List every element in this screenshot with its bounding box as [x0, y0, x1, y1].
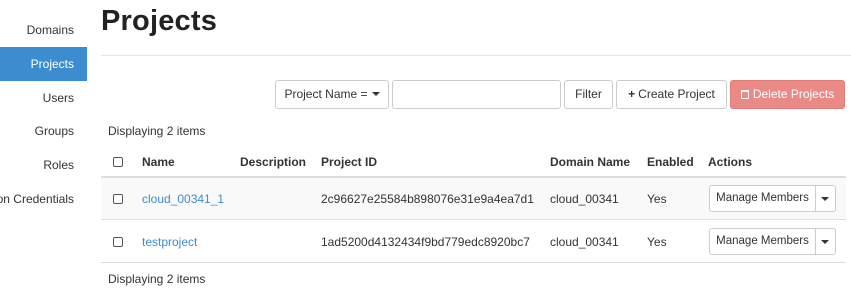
sidebar-item-projects[interactable]: Projects: [0, 47, 87, 81]
sidebar-item-domains[interactable]: Domains: [27, 13, 74, 47]
trash-icon: [740, 90, 749, 99]
caret-down-icon: [821, 197, 829, 201]
column-header-project-id[interactable]: Project ID: [321, 155, 377, 169]
search-input[interactable]: [392, 80, 561, 109]
manage-members-button[interactable]: Manage Members: [709, 228, 816, 255]
domain-name: cloud_00341: [550, 235, 619, 249]
select-all-checkbox[interactable]: [113, 157, 123, 167]
column-header-actions: Actions: [708, 155, 753, 169]
caret-down-icon: [821, 240, 829, 244]
column-header-enabled[interactable]: Enabled: [647, 155, 694, 169]
project-id: 2c96627e25584b898076e31e9a4ea7d1: [321, 192, 534, 206]
item-count-top: Displaying 2 items: [108, 124, 206, 138]
sidebar-item-groups[interactable]: Groups: [35, 114, 74, 148]
sidebar-item-users[interactable]: Users: [43, 81, 74, 115]
project-name-link[interactable]: cloud_00341_1: [142, 192, 224, 206]
sidebar: Domains Projects Users Groups Roles on C…: [0, 0, 87, 299]
delete-projects-label: Delete Projects: [752, 87, 835, 101]
delete-projects-button[interactable]: Delete Projects: [730, 80, 845, 109]
sidebar-item-application-credentials[interactable]: on Credentials: [0, 182, 74, 216]
project-id: 1ad5200d4132434f9bd779edc8920bc7: [321, 235, 530, 249]
filter-button[interactable]: Filter: [564, 80, 613, 109]
domain-name: cloud_00341: [550, 192, 619, 206]
project-name-link[interactable]: testproject: [142, 235, 197, 249]
row-actions-dropdown-toggle[interactable]: [815, 185, 836, 212]
table-row: cloud_00341_1 2c96627e25584b898076e31e9a…: [101, 178, 846, 220]
filter-field-label: Project Name =: [284, 87, 368, 101]
table-header: Name Description Project ID Domain Name …: [101, 146, 846, 178]
row-checkbox[interactable]: [113, 237, 123, 247]
plus-icon: +: [628, 87, 636, 101]
item-count-bottom: Displaying 2 items: [108, 272, 206, 286]
filter-field-dropdown[interactable]: Project Name =: [275, 80, 389, 109]
title-divider: [101, 55, 851, 56]
column-header-description[interactable]: Description: [240, 155, 306, 169]
column-header-domain-name[interactable]: Domain Name: [550, 155, 630, 169]
enabled-status: Yes: [647, 235, 667, 249]
caret-down-icon: [371, 92, 380, 96]
column-header-name[interactable]: Name: [142, 155, 175, 169]
page-title: Projects: [101, 5, 218, 37]
sidebar-item-roles[interactable]: Roles: [43, 148, 74, 182]
row-actions-dropdown-toggle[interactable]: [815, 228, 836, 255]
row-checkbox[interactable]: [113, 194, 123, 204]
create-project-label: Create Project: [638, 87, 715, 101]
enabled-status: Yes: [647, 192, 667, 206]
table-row: testproject 1ad5200d4132434f9bd779edc892…: [101, 221, 846, 263]
create-project-button[interactable]: + Create Project: [616, 80, 727, 109]
manage-members-button[interactable]: Manage Members: [709, 185, 816, 212]
